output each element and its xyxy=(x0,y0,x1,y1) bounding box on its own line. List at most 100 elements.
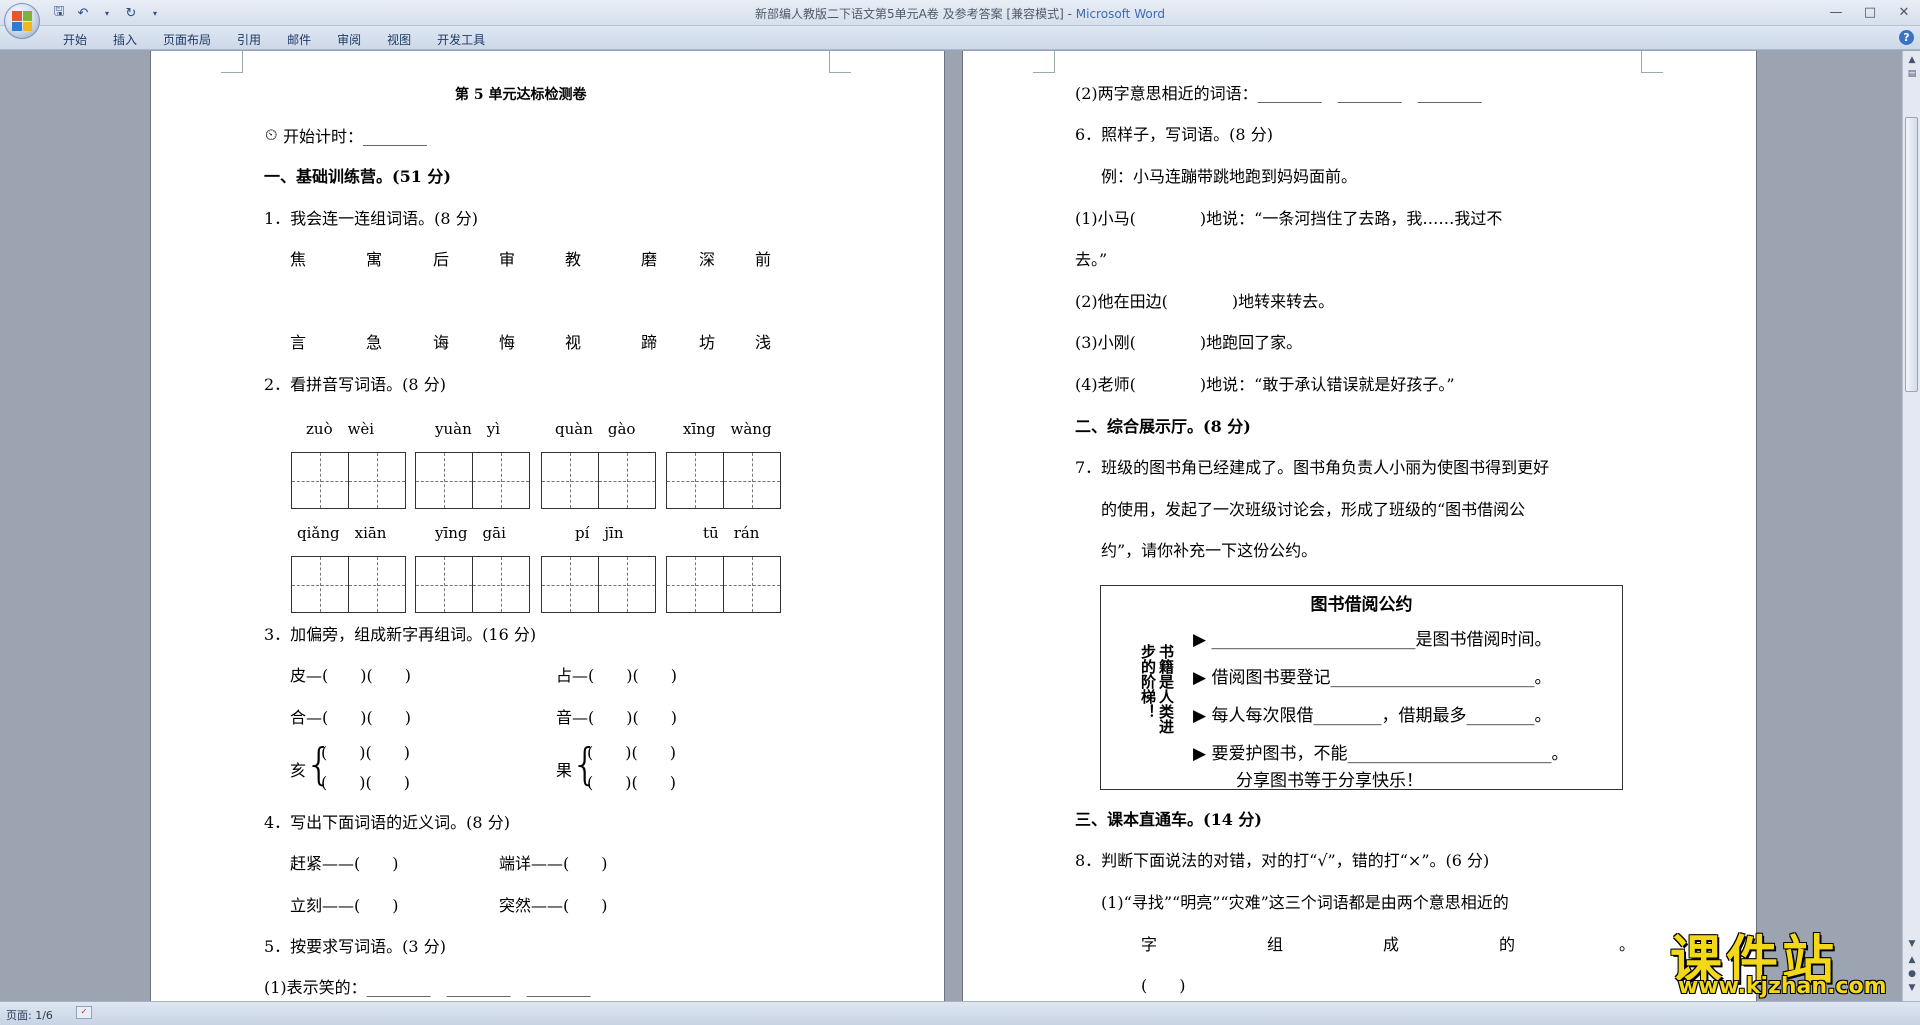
question-4: 4．写出下面词语的近义词。(8 分) xyxy=(264,813,510,832)
timer-line: 开始计时：________ xyxy=(283,127,428,146)
example-sentence: 例：小马连蹦带跳地跑到妈妈面前。 xyxy=(1101,167,1358,186)
answer-bracket: ( ) xyxy=(1141,976,1186,995)
tab-mailings[interactable]: 邮件 xyxy=(274,29,324,50)
writing-grid[interactable] xyxy=(415,556,530,613)
pinyin: pí jīn xyxy=(575,524,624,542)
writing-grid[interactable] xyxy=(666,556,781,613)
brace-line: ( )( ) xyxy=(321,743,410,762)
spaced-char: 组 xyxy=(1267,935,1284,954)
title-bar: 🖫 ↶ ▾ ↻ ▾ 新部编人教版二下语文第5单元A卷 及参考答案 [兼容模式] … xyxy=(0,0,1920,26)
question-7: 7．班级的图书角已经建成了。图书角负责人小丽为使图书得到更好 xyxy=(1075,458,1550,477)
radical-item: 合—( )( ) xyxy=(290,708,411,727)
pinyin: tū rán xyxy=(703,524,760,542)
pinyin: qiǎng xiān xyxy=(297,524,387,542)
scroll-up-icon[interactable]: ▲ xyxy=(1906,55,1918,65)
synonym-item: 端详——( ) xyxy=(499,854,608,873)
office-logo-icon xyxy=(12,11,32,31)
question-1: 1．我会连一连组词语。(8 分) xyxy=(264,209,478,228)
question-7-line-3: 约”，请你补充一下这份公约。 xyxy=(1101,541,1318,560)
office-button[interactable] xyxy=(4,3,40,39)
word-char: 视 xyxy=(565,333,582,352)
pinyin: yuàn yì xyxy=(435,420,501,438)
spaced-char: 字 xyxy=(1141,935,1158,954)
tab-references[interactable]: 引用 xyxy=(224,29,274,50)
page-indicator[interactable]: 页面: 1/6 xyxy=(6,1007,53,1023)
spaced-char: 成 xyxy=(1383,935,1400,954)
synonym-item: 赶紧——( ) xyxy=(290,854,399,873)
radical-item: 占—( )( ) xyxy=(556,666,677,685)
status-bar: 页面: 1/6 ✓ xyxy=(0,1001,1920,1025)
word-char: 悔 xyxy=(499,333,516,352)
app-name: Microsoft Word xyxy=(1075,7,1166,21)
tab-insert[interactable]: 插入 xyxy=(100,29,150,50)
window-title: 新部编人教版二下语文第5单元A卷 及参考答案 [兼容模式] - Microsof… xyxy=(754,7,1166,21)
close-icon[interactable]: ✕ xyxy=(1894,2,1914,22)
spaced-char: 。 xyxy=(1619,935,1636,954)
writing-grid[interactable] xyxy=(415,452,530,509)
tab-view[interactable]: 视图 xyxy=(374,29,424,50)
crop-mark xyxy=(1641,51,1663,73)
proofing-icon[interactable]: ✓ xyxy=(76,1006,92,1019)
watermark-url: www.kjzhan.com xyxy=(1678,974,1887,999)
word-char: 坊 xyxy=(699,333,716,352)
word-char: 焦 xyxy=(290,250,307,269)
writing-grid[interactable] xyxy=(291,452,406,509)
word-char: 诲 xyxy=(433,333,450,352)
radical-item: 皮—( )( ) xyxy=(290,666,411,685)
word-char: 深 xyxy=(699,250,716,269)
minimize-icon[interactable]: — xyxy=(1826,2,1846,22)
maximize-icon[interactable]: □ xyxy=(1860,2,1880,22)
word-char: 前 xyxy=(755,250,772,269)
convention-rule: ▶ 每人每次限借________，借期最多________。 xyxy=(1193,706,1552,726)
spaced-char: 的 xyxy=(1499,935,1516,954)
question-2: 2．看拼音写词语。(8 分) xyxy=(264,375,446,394)
tab-home[interactable]: 开始 xyxy=(50,29,100,50)
writing-grid[interactable] xyxy=(541,556,656,613)
ruler-toggle-icon[interactable]: ▤ xyxy=(1906,69,1918,79)
question-8: 8．判断下面说法的对错，对的打“√”，错的打“×”。(6 分) xyxy=(1075,851,1490,870)
site-watermark: 课件站 www.kjzhan.com xyxy=(1670,918,1910,1000)
convention-title: 图书借阅公约 xyxy=(1310,595,1413,615)
word-char: 教 xyxy=(565,250,582,269)
scrollbar-thumb[interactable] xyxy=(1905,117,1918,392)
q6-item-2: (2)他在田边( )地转来转去。 xyxy=(1075,292,1335,311)
word-char: 言 xyxy=(290,333,307,352)
writing-grid[interactable] xyxy=(291,556,406,613)
word-char: 蹄 xyxy=(641,333,658,352)
convention-rule: ▶ ________________________是图书借阅时间。 xyxy=(1193,630,1552,650)
writing-grid[interactable] xyxy=(666,452,781,509)
vertical-scrollbar[interactable]: ▲ ▤ ▼ ▲ ● ▼ xyxy=(1902,51,1920,1001)
document-title: 新部编人教版二下语文第5单元A卷 及参考答案 [兼容模式] xyxy=(754,7,1064,21)
document-page-1[interactable]: 第 5 单元达标检测卷 ⏲ 开始计时：________ 一、基础训练营。(51 … xyxy=(150,51,945,1001)
document-page-2[interactable]: (2)两字意思相近的词语：________ ________ ________ … xyxy=(962,51,1757,1001)
q6-item-4: (4)老师( )地说：“敢于承认错误就是好孩子。” xyxy=(1075,375,1455,394)
convention-rule: ▶ 要爱护图书，不能________________________。 xyxy=(1193,744,1569,764)
ribbon-tabs: 开始 插入 页面布局 引用 邮件 审阅 视图 开发工具 xyxy=(50,29,498,50)
document-workspace: 第 5 单元达标检测卷 ⏲ 开始计时：________ 一、基础训练营。(51 … xyxy=(0,51,1902,1001)
tab-developer[interactable]: 开发工具 xyxy=(424,29,498,50)
question-5: 5．按要求写词语。(3 分) xyxy=(264,937,446,956)
crop-mark xyxy=(829,51,851,73)
pinyin: quàn gào xyxy=(555,420,636,438)
crop-mark xyxy=(1033,51,1055,73)
brace-line: ( )( ) xyxy=(587,743,676,762)
convention-box: 图书借阅公约 书籍是人类进步的阶梯！ ▶ ___________________… xyxy=(1100,585,1623,791)
window-controls: — □ ✕ xyxy=(1826,2,1914,22)
question-7-line-2: 的使用，发起了一次班级讨论会，形成了班级的“图书借阅公 xyxy=(1101,500,1526,519)
synonym-item: 立刻——( ) xyxy=(290,896,399,915)
radical-char: 亥 xyxy=(290,761,307,780)
q6-item-3: (3)小刚( )地跑回了家。 xyxy=(1075,333,1303,352)
question-3: 3．加偏旁，组成新字再组词。(16 分) xyxy=(264,625,537,644)
writing-grid[interactable] xyxy=(541,452,656,509)
pinyin: zuò wèi xyxy=(306,420,375,438)
word-char: 审 xyxy=(499,250,516,269)
tab-review[interactable]: 审阅 xyxy=(324,29,374,50)
section-3-heading: 三、课本直通车。(14 分) xyxy=(1075,810,1262,829)
q8-item-1: (1)“寻找”“明亮”“灾难”这三个词语都是由两个意思相近的 xyxy=(1101,893,1509,912)
q6-item-1-cont: 去。” xyxy=(1075,250,1108,269)
page-title: 第 5 单元达标检测卷 xyxy=(455,87,587,103)
tab-page-layout[interactable]: 页面布局 xyxy=(150,29,224,50)
help-icon[interactable]: ? xyxy=(1899,30,1914,45)
radical-item: 音—( )( ) xyxy=(556,708,677,727)
word-char: 寓 xyxy=(366,250,383,269)
